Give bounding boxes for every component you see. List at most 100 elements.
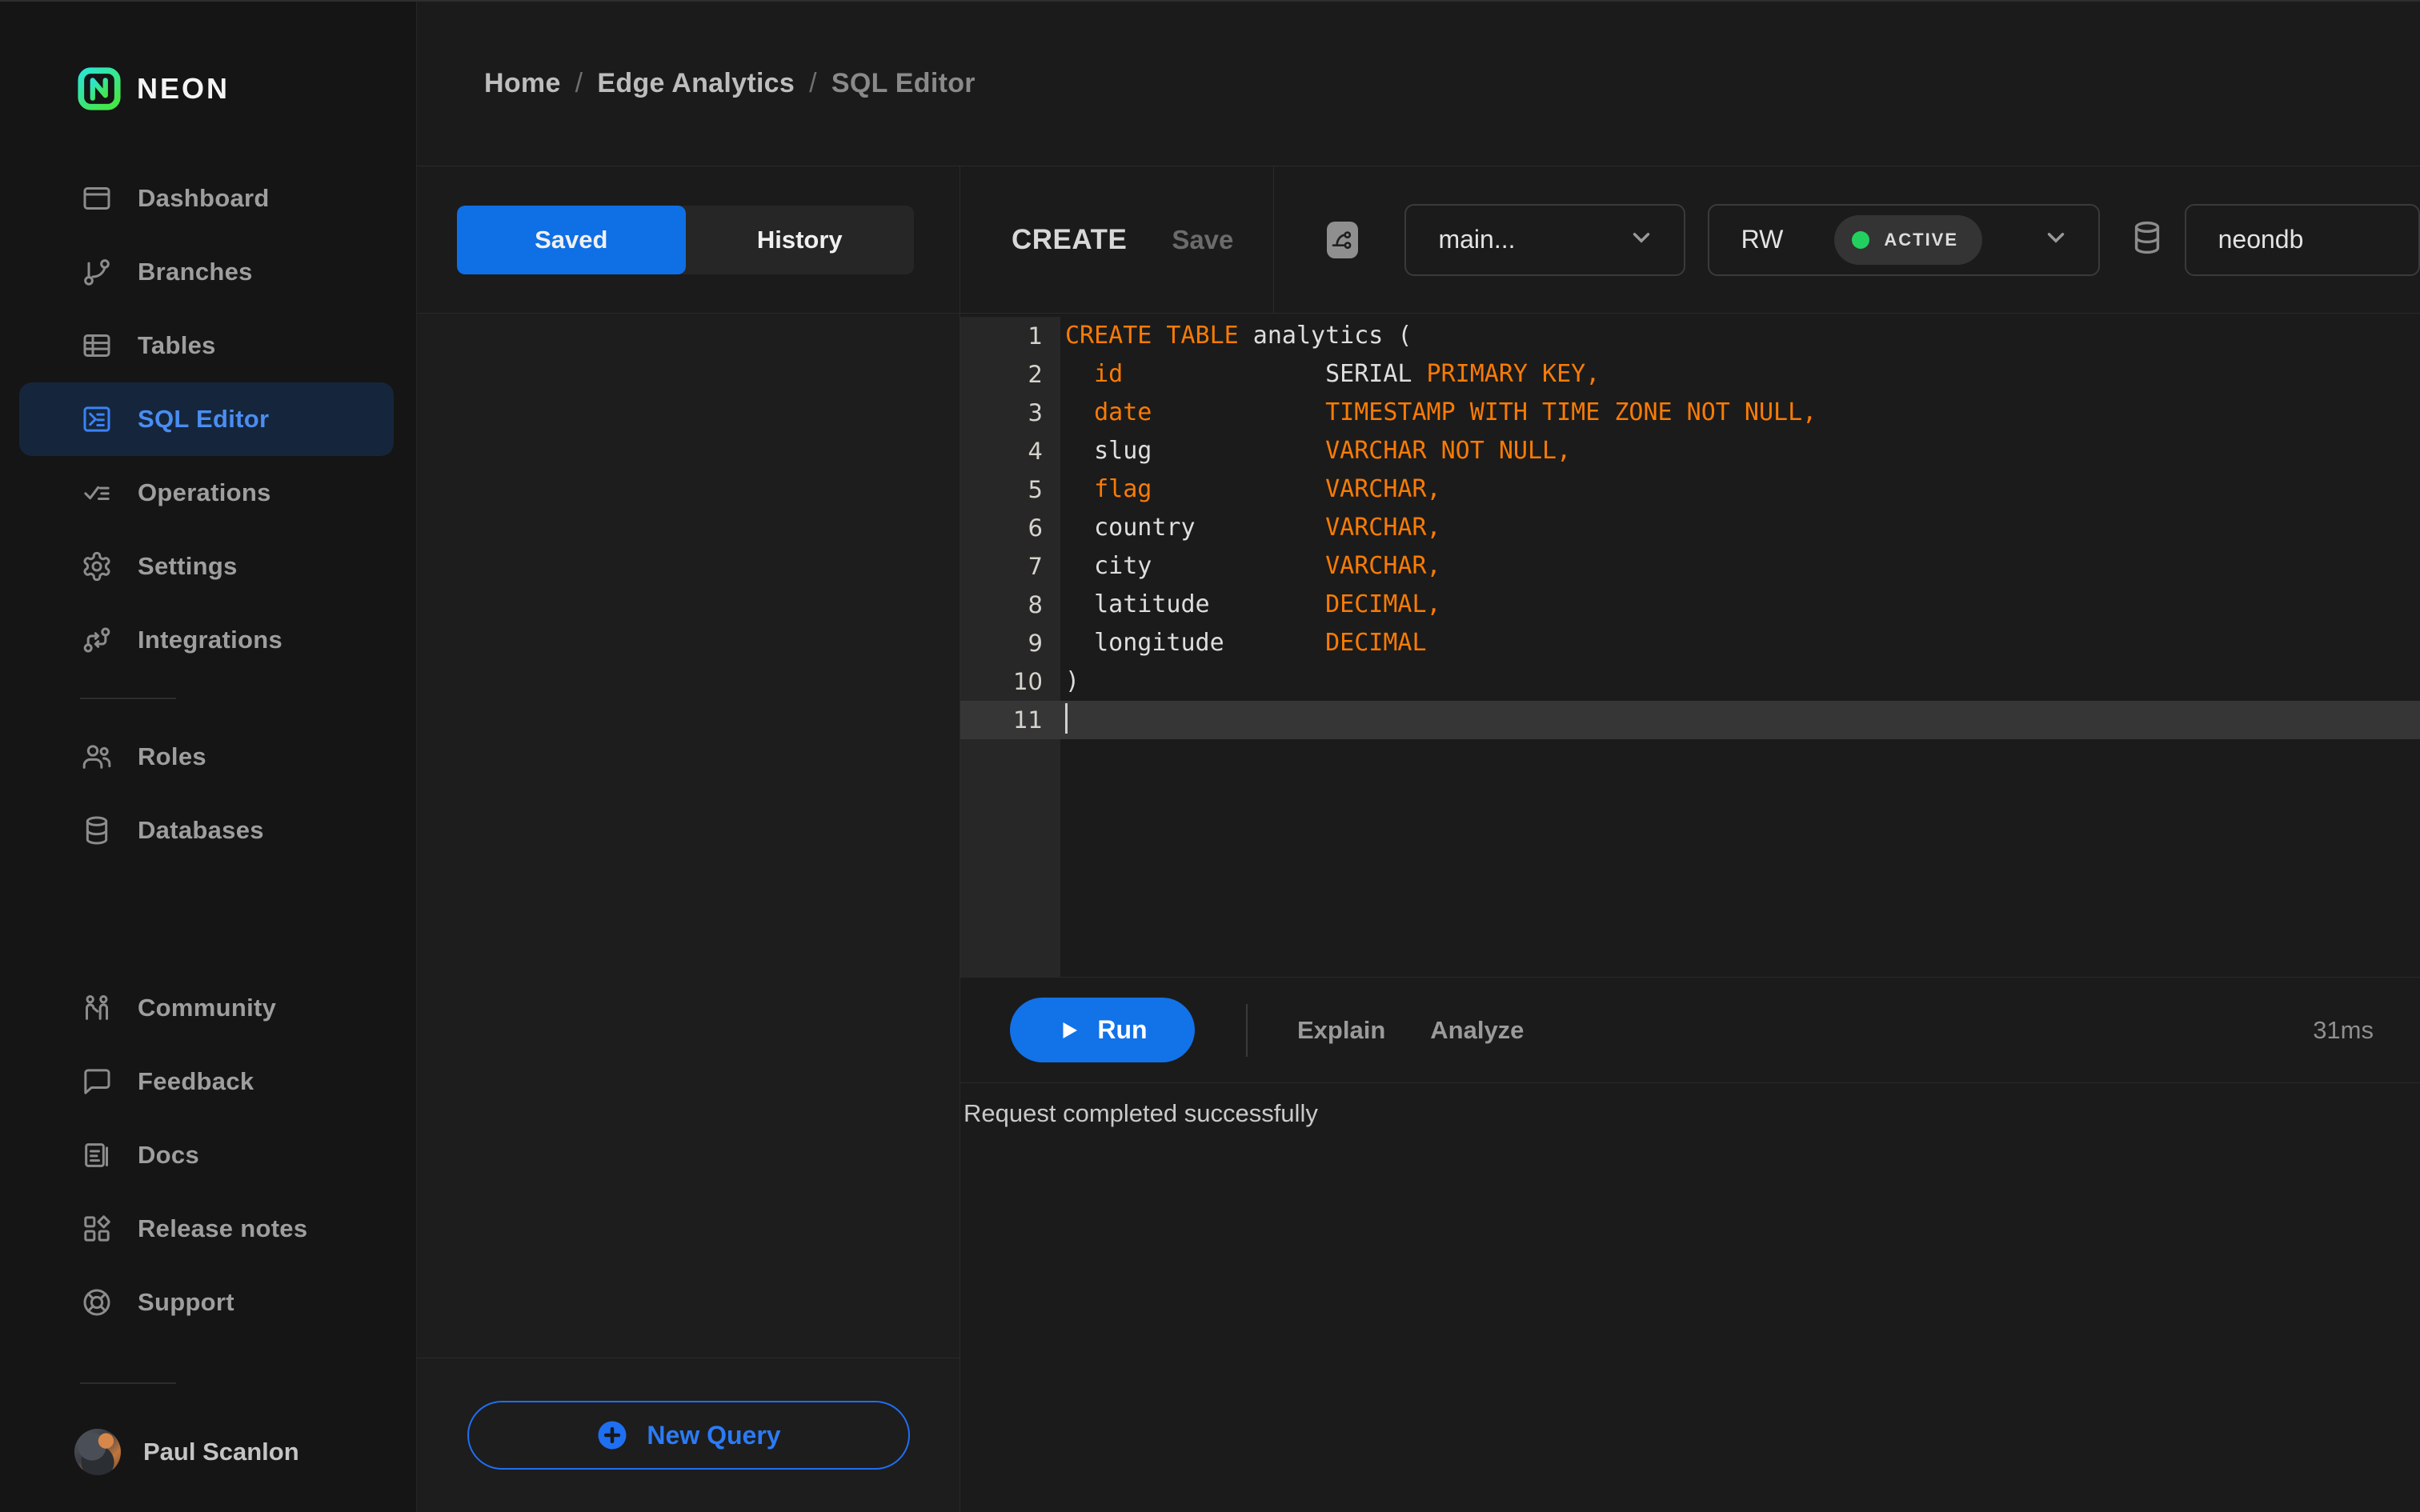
sidebar-item-operations[interactable]: Operations	[19, 456, 394, 530]
sql-editor-icon	[80, 402, 114, 436]
sidebar-item-settings[interactable]: Settings	[19, 530, 394, 603]
docs-icon	[80, 1138, 114, 1172]
branch-select-value: main...	[1438, 225, 1516, 254]
sidebar: NEON Dashboard Branches Tables SQL Editor Op…	[0, 2, 417, 1512]
save-button[interactable]: Save	[1172, 225, 1233, 255]
sidebar-item-label: Databases	[138, 816, 264, 844]
branch-compare-button[interactable]	[1327, 221, 1359, 258]
sidebar-item-dashboard[interactable]: Dashboard	[19, 162, 394, 235]
compute-select-value: RW	[1741, 225, 1784, 254]
toolbar-divider	[1246, 1003, 1248, 1057]
sidebar-item-label: Release notes	[138, 1214, 308, 1242]
code-line-9[interactable]: 9 longitude DECIMAL	[960, 624, 2420, 662]
community-icon	[80, 991, 114, 1025]
code-line-11[interactable]: 11	[960, 701, 2420, 739]
sidebar-divider-bottom	[80, 1382, 176, 1384]
new-query-button[interactable]: New Query	[467, 1401, 910, 1470]
sidebar-item-label: SQL Editor	[138, 405, 270, 433]
sidebar-item-branches[interactable]: Branches	[19, 235, 394, 309]
sidebar-item-docs[interactable]: Docs	[19, 1118, 394, 1192]
compute-status-badge: ACTIVE	[1834, 214, 1983, 265]
sidebar-item-feedback[interactable]: Feedback	[19, 1045, 394, 1118]
code-line-text: slug VARCHAR NOT NULL,	[1065, 437, 1572, 465]
main-area: Home / Edge Analytics / SQL Editor Saved His…	[417, 2, 2420, 1512]
database-select-value: neondb	[2218, 225, 2304, 254]
code-line-text: city VARCHAR,	[1065, 552, 1441, 580]
sidebar-item-sql-editor[interactable]: SQL Editor	[19, 382, 394, 456]
line-number: 9	[960, 624, 1060, 662]
breadcrumb-separator: /	[575, 68, 583, 98]
database-select[interactable]: neondb	[2184, 203, 2420, 276]
sidebar-item-tables[interactable]: Tables	[19, 309, 394, 382]
breadcrumb-item-edge-analytics[interactable]: Edge Analytics	[597, 68, 795, 98]
breadcrumb-item-sql-editor: SQL Editor	[831, 68, 976, 98]
code-line-text: id SERIAL PRIMARY KEY,	[1094, 360, 1601, 388]
plus-circle-icon	[598, 1421, 627, 1450]
sidebar-item-label: Operations	[138, 478, 271, 506]
sidebar-item-label: Integrations	[138, 626, 283, 654]
dashboard-icon	[80, 182, 114, 215]
sidebar-item-community[interactable]: Community	[19, 971, 394, 1045]
status-message: Request completed successfully	[964, 1099, 1318, 1127]
sidebar-item-support[interactable]: Support	[19, 1266, 394, 1339]
sidebar-item-release-notes[interactable]: Release notes	[19, 1192, 394, 1266]
line-number: 5	[960, 470, 1060, 509]
line-number: 10	[960, 662, 1060, 701]
code-line-3[interactable]: 3 date TIMESTAMP WITH TIME ZONE NOT NULL…	[960, 394, 2420, 432]
branch-icon	[1332, 230, 1352, 249]
line-number: 7	[960, 547, 1060, 586]
new-query-label: New Query	[647, 1420, 781, 1450]
code-line-text	[1060, 701, 2420, 739]
branch-select[interactable]: main...	[1404, 203, 1685, 276]
user-menu[interactable]: Paul Scanlon	[74, 1429, 416, 1475]
sidebar-item-label: Feedback	[138, 1067, 254, 1095]
sidebar-item-label: Support	[138, 1288, 234, 1316]
line-number: 2	[960, 355, 1060, 394]
line-number: 8	[960, 586, 1060, 624]
operations-icon	[80, 476, 114, 510]
sidebar-divider	[80, 698, 176, 699]
neon-logo-icon	[78, 67, 121, 110]
code-line-7[interactable]: 7 city VARCHAR,	[960, 547, 2420, 586]
code-line-4[interactable]: 4 slug VARCHAR NOT NULL,	[960, 432, 2420, 470]
code-line-6[interactable]: 6 country VARCHAR,	[960, 509, 2420, 547]
breadcrumb-separator: /	[809, 68, 817, 98]
run-button[interactable]: Run	[1010, 998, 1195, 1062]
line-number: 6	[960, 509, 1060, 547]
sidebar-item-integrations[interactable]: Integrations	[19, 603, 394, 677]
neon-logo[interactable]: NEON	[76, 66, 416, 112]
sidebar-item-roles[interactable]: Roles	[19, 720, 394, 794]
saved-queries-list	[417, 314, 960, 1358]
breadcrumb-item-home[interactable]: Home	[484, 68, 561, 98]
code-line-text: latitude DECIMAL,	[1065, 590, 1441, 618]
code-editor[interactable]: 1 CREATE TABLE analytics (2 id SERIAL PRI…	[960, 314, 2420, 977]
tab-history[interactable]: History	[686, 206, 915, 274]
tab-saved[interactable]: Saved	[457, 205, 686, 274]
code-line-8[interactable]: 8 latitude DECIMAL,	[960, 586, 2420, 624]
line-number: 1	[960, 317, 1060, 355]
editor-toolbar: Saved History CREATE Save main... RW ACT…	[417, 166, 2420, 314]
integrations-icon	[80, 623, 114, 657]
analyze-button[interactable]: Analyze	[1430, 1016, 1524, 1045]
roles-icon	[80, 740, 114, 774]
compute-status-label: ACTIVE	[1884, 229, 1959, 250]
sidebar-item-label: Settings	[138, 552, 238, 580]
sidebar-item-databases[interactable]: Databases	[19, 794, 394, 867]
code-line-5[interactable]: 5 flag VARCHAR,	[960, 470, 2420, 509]
code-line-10[interactable]: 10)	[960, 662, 2420, 701]
chevron-down-icon	[1628, 224, 1655, 255]
code-line-2[interactable]: 2 id SERIAL PRIMARY KEY,	[960, 355, 2420, 394]
compute-select[interactable]: RW ACTIVE	[1707, 203, 2100, 276]
brand-wordmark: NEON	[137, 72, 230, 105]
feedback-icon	[80, 1065, 114, 1098]
code-line-text: )	[1065, 667, 1080, 695]
sidebar-item-label: Branches	[138, 258, 253, 286]
query-controls: CREATE Save main... RW ACTIVE neondb	[960, 166, 2420, 313]
code-area-empty[interactable]	[960, 739, 2420, 977]
explain-button[interactable]: Explain	[1297, 1016, 1385, 1045]
code-line-1[interactable]: 1 CREATE TABLE analytics (	[960, 317, 2420, 355]
queries-tabs-cell: Saved History	[417, 166, 960, 313]
saved-queries-panel: New Query	[417, 314, 960, 1512]
code-line-text: country VARCHAR,	[1065, 514, 1441, 542]
top-header: Home / Edge Analytics / SQL Editor	[417, 2, 2420, 166]
